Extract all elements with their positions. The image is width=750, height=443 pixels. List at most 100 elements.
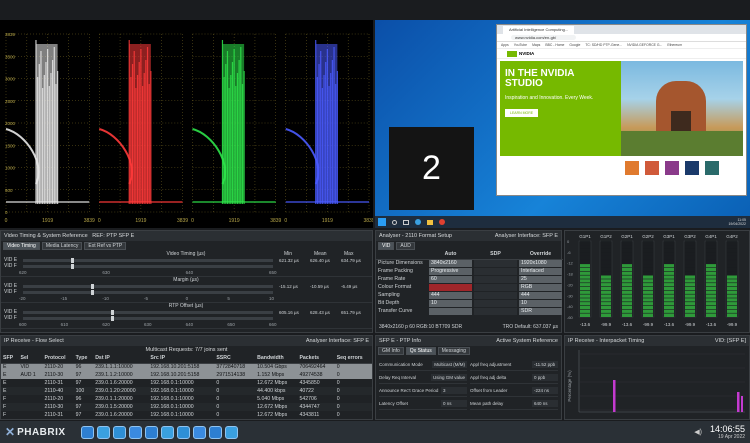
flow-col-seq-errors[interactable]: Seq errors [334,355,372,364]
table-row[interactable]: E AUD 1 2110-30 97 239.1.1.2:10000 192.168.10… [1,371,372,379]
app-launcher-icon[interactable] [144,425,158,439]
app-launcher-icon[interactable] [192,425,206,439]
format-auto-cell[interactable]: Progressive [428,267,473,275]
app-launcher-icon[interactable] [224,425,238,439]
taskbar-clock: 14:06:55 19 Apr 2022 [710,424,745,440]
search-icon[interactable] [392,219,397,225]
format-sdp-cell[interactable] [473,291,518,299]
chrome-icon[interactable] [439,219,445,225]
volume-icon[interactable]: ◀) [694,428,702,436]
color-swatch [705,161,719,175]
flow-col-bandwidth[interactable]: Bandwidth [255,355,298,364]
flow-col-ssrc[interactable]: SSRC [214,355,256,364]
tab-vid[interactable]: VID [378,242,395,250]
timing-tick: 640 [185,322,194,327]
browser-window[interactable]: Artificial Intelligence Computing... www… [496,24,747,196]
tab-ext-ref-vs-ptp[interactable]: Ext Ref vs PTP [84,242,127,250]
format-auto-cell[interactable]: 444 [428,291,473,299]
format-sdp-cell[interactable] [473,275,518,283]
flow-cell: 12.672 Mbps [257,379,288,386]
address-input[interactable]: www.nvidia.com/en-gb/ [511,35,577,40]
task-view-icon[interactable] [403,219,409,225]
ptp-label: Mean path delay [470,400,504,406]
tab-messaging[interactable]: Messaging [437,347,470,355]
table-row[interactable]: E VID 2110-20 96 239.1.1.1:10000 192.168.10.2… [1,363,372,371]
format-sdp-cell[interactable] [473,299,518,307]
ptp-info-row: Offset from Leader -224 ns [470,384,558,397]
flow-col-protocol[interactable]: Protocol [42,355,74,364]
format-override-cell[interactable]: 1920x1080 [518,259,563,267]
tab-video-timing[interactable]: Video Timing [3,242,40,250]
bookmark-item[interactable]: Apps [501,43,509,47]
tab-aud[interactable]: AUD [396,242,415,250]
meter-label: G4P1 [705,234,717,239]
timing-track [23,291,273,294]
bookmark-item[interactable]: Ethereum [667,43,682,47]
bookmark-item[interactable]: Maps [532,43,540,47]
bookmark-item[interactable]: BBC - Home [545,43,564,47]
bookmark-item[interactable]: Google [569,43,580,47]
app-launcher-icon[interactable] [96,425,110,439]
format-override-cell[interactable]: SDR [518,307,563,315]
app-launcher-icon[interactable] [128,425,142,439]
x-scale-label: 3839 [84,218,95,224]
app-launcher-icon[interactable] [160,425,174,439]
table-row[interactable]: E 2110-31 97 239.0.1.6:20000 192.168.0.1:100… [1,379,372,387]
flow-cell: 2110-30 [44,371,64,378]
folder-icon[interactable] [427,219,433,225]
flow-col-src-ip[interactable]: Src IP [148,355,215,364]
format-override-cell[interactable]: Interlaced [518,267,563,275]
format-auto-cell[interactable] [428,283,473,291]
format-auto-cell[interactable]: 3840x2160 [428,259,473,267]
app-launcher-icon[interactable] [208,425,222,439]
app-launcher-icon[interactable] [80,425,94,439]
flow-col-sel[interactable]: Sel [18,355,43,364]
flow-col-dst-ip[interactable]: Dst IP [93,355,149,364]
table-row[interactable]: F 2110-31 97 239.0.1.6:20000 192.168.0.1:100… [1,411,372,419]
nvidia-navbar: NVIDIA [497,49,746,59]
windows-start-icon[interactable] [378,218,386,226]
interpacket-title: IP Receive - Interpacket Timing [568,338,645,344]
format-override-cell[interactable]: 10 [518,299,563,307]
table-row[interactable]: F 2110-30 97 239.0.1.5:20000 192.168.0.1:100… [1,403,372,411]
format-override-value: 10 [519,299,562,307]
remote-desktop: Artificial Intelligence Computing... www… [375,20,750,228]
flow-col-packets[interactable]: Packets [297,355,335,364]
ptp-value: -11.52 ppb [532,360,558,368]
flow-cell [19,411,43,419]
app-launcher-icon[interactable] [176,425,190,439]
format-override-cell[interactable]: RGB [518,283,563,291]
tab-gm-info[interactable]: GM Info [378,347,404,355]
nvidia-logo[interactable] [507,50,517,57]
tab-qx-status[interactable]: Qx Status [405,347,436,355]
bookmark-item[interactable]: YouTube [514,43,527,47]
format-row: Colour Format RGB [376,283,563,291]
edge-icon[interactable] [415,219,421,225]
format-override-cell[interactable]: 25 [518,275,563,283]
timing-mean-value: 626.40 µs [310,258,330,263]
format-sdp-cell[interactable] [473,267,518,275]
timing-tick: -20 [19,296,26,301]
table-row[interactable]: F 2110-20 96 239.0.1.1:20000 192.168.0.1:100… [1,395,372,403]
table-row[interactable]: E 2110-40 100 239.0.1.20:20000 192.168.0.1:1… [1,387,372,395]
app-launcher-icon[interactable] [112,425,126,439]
format-auto-cell[interactable] [428,307,473,315]
tab-media-latency[interactable]: Media Latency [41,242,83,250]
format-auto-cell[interactable]: 10 [428,299,473,307]
timing-tick: 650 [227,322,235,327]
learn-more-button[interactable]: LEARN MORE [505,109,539,117]
format-sdp-cell[interactable] [473,259,518,267]
bookmark-item[interactable]: TC: SD/HD PTP-Gene... [585,43,622,47]
flow-cell: 0 [336,379,340,386]
format-sdp-cell[interactable] [473,283,518,291]
format-sdp-cell[interactable] [473,307,518,315]
browser-tab[interactable]: Artificial Intelligence Computing... [503,25,575,34]
format-override-cell[interactable]: 444 [518,291,563,299]
format-auto-cell[interactable]: 60 [428,275,473,283]
bookmark-item[interactable]: NVIDIA GEFORCE G... [627,43,662,47]
flow-cell: 12.672 Mbps [257,403,288,410]
x-scale-label: 0 [191,218,194,224]
meter-scale-label: -60 [567,315,574,320]
flow-col-sfp[interactable]: SFP [1,355,19,364]
flow-col-type[interactable]: Type [73,355,94,364]
